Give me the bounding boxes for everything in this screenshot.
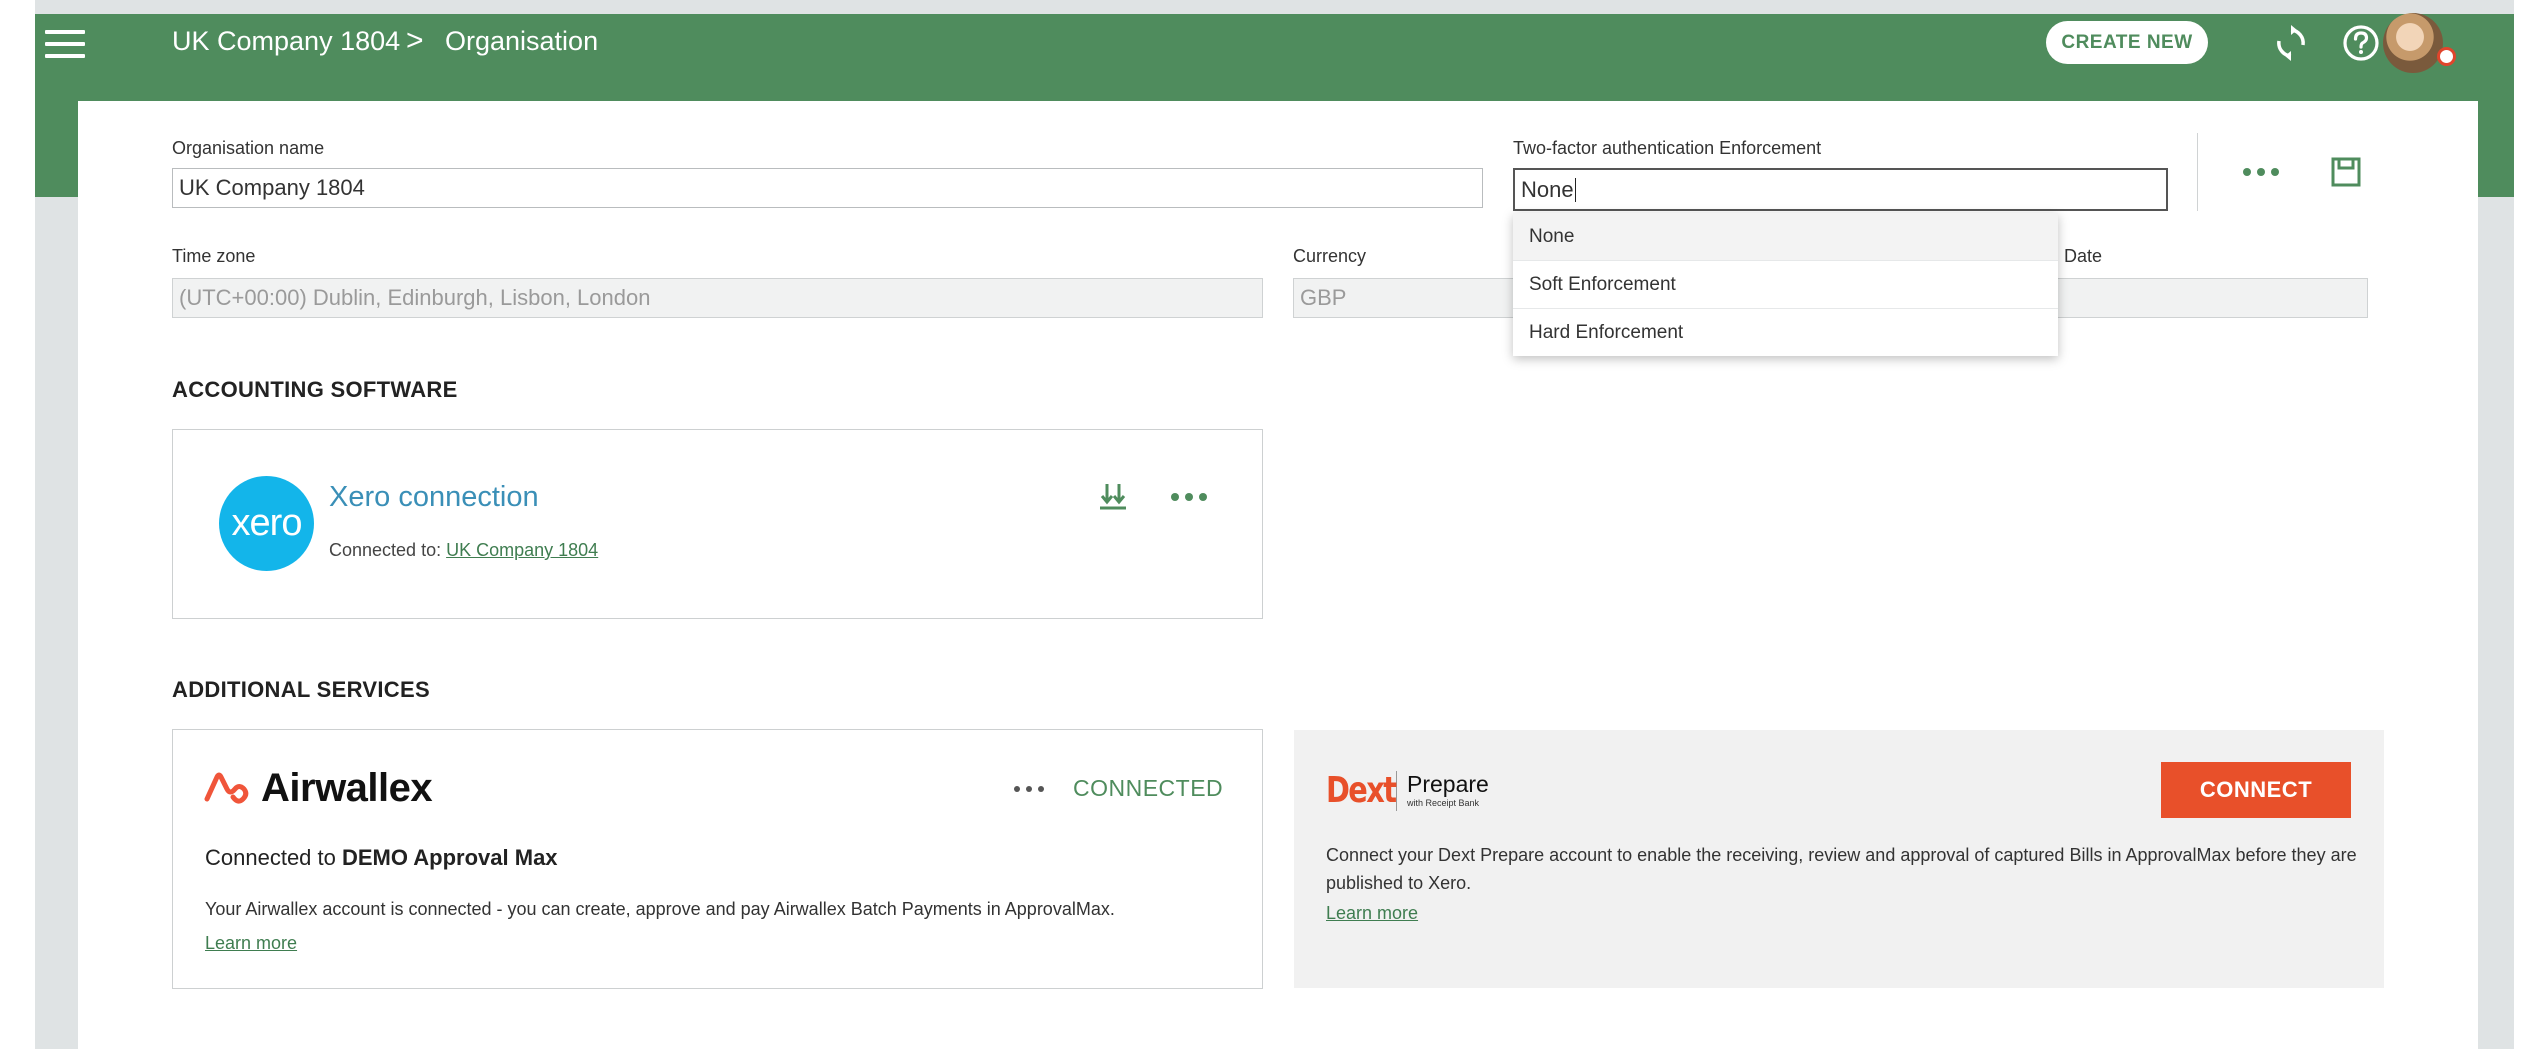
timezone-value: (UTC+00:00) Dublin, Edinburgh, Lisbon, L… <box>179 285 651 310</box>
tfa-option-hard[interactable]: Hard Enforcement <box>1513 309 2058 357</box>
org-name-label: Organisation name <box>172 138 325 158</box>
timezone-field: (UTC+00:00) Dublin, Edinburgh, Lisbon, L… <box>172 278 1263 318</box>
sync-icon[interactable] <box>2270 22 2312 64</box>
tfa-label: Two-factor authentication Enforcement <box>1513 138 1822 158</box>
breadcrumb-current: Organisation <box>445 26 599 56</box>
dext-product-name: Prepare <box>1407 771 1489 797</box>
dext-logo: Dext Prepare with Receipt Bank <box>1326 770 1489 811</box>
xero-more-button[interactable] <box>1171 493 1207 501</box>
create-new-button[interactable]: CREATE NEW <box>2046 21 2208 64</box>
airwallex-more-button[interactable] <box>1014 786 1044 792</box>
breadcrumb-company[interactable]: UK Company 1804 <box>172 26 400 57</box>
tfa-selected-value: None <box>1521 176 1574 202</box>
airwallex-logo: Airwallex <box>203 763 433 813</box>
xero-connected-to: Connected to: UK Company 1804 <box>329 540 598 561</box>
org-name-value: UK Company 1804 <box>179 175 365 200</box>
breadcrumb-separator: > <box>406 24 424 57</box>
xero-connection-title[interactable]: Xero connection <box>329 481 539 514</box>
airwallex-connected-to: Connected to DEMO Approval Max <box>205 845 558 871</box>
accounting-section-title: ACCOUNTING SOFTWARE <box>172 377 458 402</box>
airwallex-mark-icon <box>204 772 249 804</box>
date-label: : Date <box>2054 246 2103 266</box>
user-avatar[interactable] <box>2383 13 2443 73</box>
airwallex-connected-name: DEMO Approval Max <box>341 845 558 870</box>
tfa-dropdown: None Soft Enforcement Hard Enforcement <box>1513 213 2058 356</box>
airwallex-logo-text: Airwallex <box>261 765 433 810</box>
help-icon[interactable] <box>2340 22 2382 64</box>
airwallex-connected-prefix: Connected to <box>205 845 342 870</box>
date-field <box>2040 278 2368 318</box>
dext-connect-button[interactable]: CONNECT <box>2161 762 2351 818</box>
download-icon[interactable] <box>1098 481 1128 511</box>
currency-label: Currency <box>1293 246 1367 266</box>
xero-logo: xero <box>219 476 314 571</box>
airwallex-learn-more-link[interactable]: Learn more <box>205 933 297 954</box>
timezone-label: Time zone <box>172 246 256 266</box>
airwallex-status: CONNECTED <box>1073 775 1224 801</box>
more-options-button[interactable] <box>2243 168 2279 176</box>
org-name-field[interactable]: UK Company 1804 <box>172 168 1483 208</box>
xero-connected-prefix: Connected to: <box>329 540 447 560</box>
tfa-option-soft[interactable]: Soft Enforcement <box>1513 261 2058 309</box>
dext-learn-more-link[interactable]: Learn more <box>1326 903 1418 924</box>
tfa-select[interactable]: None <box>1513 168 2168 211</box>
tfa-option-none[interactable]: None <box>1513 213 2058 261</box>
dext-product-sub: with Receipt Bank <box>1407 798 1480 808</box>
services-section-title: ADDITIONAL SERVICES <box>172 677 430 702</box>
menu-icon[interactable] <box>45 30 85 58</box>
dext-logo-text: Dext <box>1326 770 1397 811</box>
xero-connection-card <box>172 429 1263 619</box>
divider <box>2197 133 2198 211</box>
airwallex-description: Your Airwallex account is connected - yo… <box>205 899 1115 919</box>
xero-company-link[interactable]: UK Company 1804 <box>446 540 598 560</box>
dext-description: Connect your Dext Prepare account to ena… <box>1326 845 2357 893</box>
notification-dot <box>2437 47 2456 66</box>
currency-value: GBP <box>1300 285 1347 310</box>
save-icon[interactable] <box>2331 157 2361 187</box>
